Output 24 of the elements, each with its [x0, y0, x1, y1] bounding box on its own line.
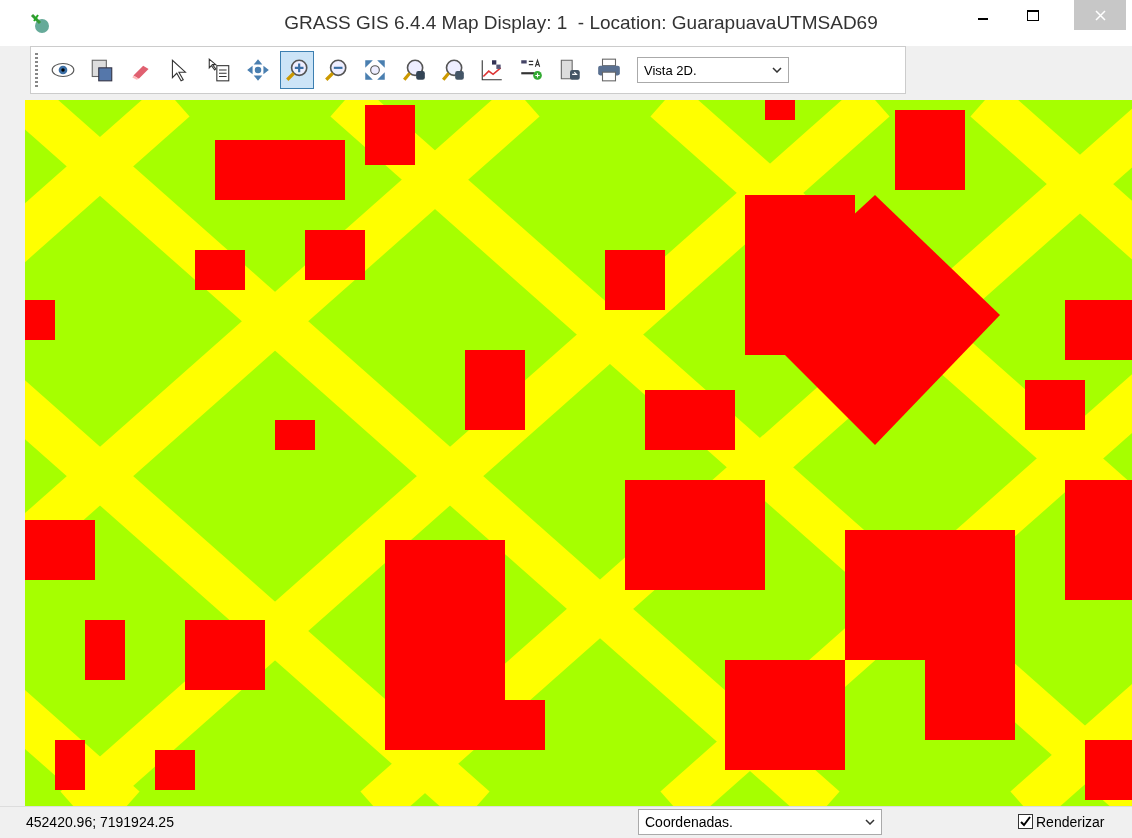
window-title: GRASS GIS 6.4.4 Map Display: 1 - Location: GuarapuavaUTMSAD69 [283, 12, 879, 34]
printer-icon [596, 57, 622, 83]
chevron-down-icon [865, 818, 875, 825]
legend-icon [518, 57, 544, 83]
zoom-in-icon [284, 57, 310, 83]
pointer-list-icon [206, 57, 232, 83]
coordinates-text: 452420.96; 7191924.25 [26, 813, 175, 830]
move-arrows-icon [245, 57, 271, 83]
close-icon [1094, 9, 1106, 21]
expand-arrows-icon [362, 57, 388, 83]
chevron-down-icon [772, 67, 782, 73]
chart-icon [479, 57, 505, 83]
maximize-icon [1027, 9, 1039, 21]
magnifier-menu-icon [440, 57, 466, 83]
zoom-out-icon [323, 57, 349, 83]
render-label: Renderizar [1036, 813, 1105, 830]
zoom-in-button[interactable] [280, 51, 314, 89]
view-mode-dropdown[interactable]: Vista 2D. [637, 57, 789, 83]
magnifier-back-icon [401, 57, 427, 83]
layers-icon [89, 57, 115, 83]
display-mode-dropdown[interactable]: Coordenadas. [638, 808, 882, 835]
app-logo-icon [28, 11, 52, 35]
minimize-icon [978, 18, 988, 20]
render-checkbox[interactable] [1018, 814, 1033, 829]
